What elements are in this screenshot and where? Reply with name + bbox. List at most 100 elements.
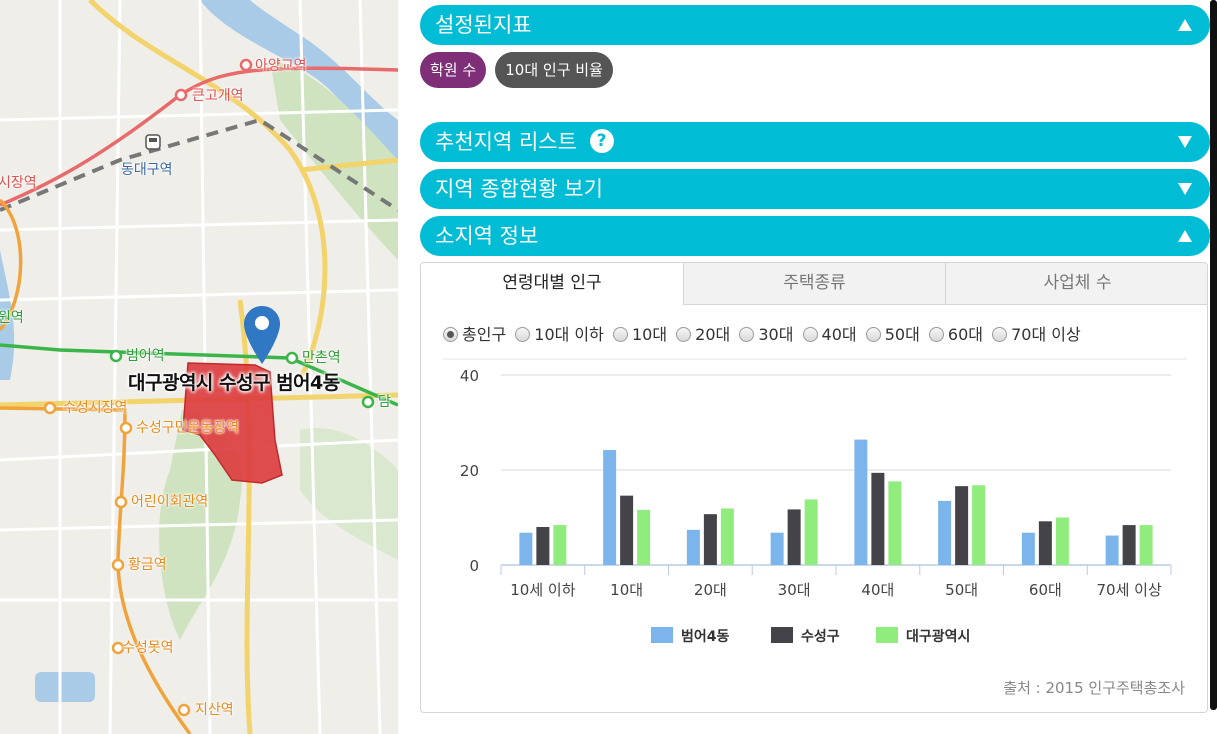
indicator-chips: 학원 수 10대 인구 비율 [420, 52, 617, 88]
radio-option[interactable]: 70대 이상 [992, 321, 1081, 345]
tab-housing-type[interactable]: 주택종류 [683, 263, 945, 305]
radio-icon [739, 327, 755, 342]
legend-label: 대구광역시 [906, 628, 970, 645]
bar [519, 532, 533, 565]
info-tabs: 연령대별 인구 주택종류 사업체 수 [421, 263, 1207, 305]
bar [854, 439, 868, 565]
legend-label: 범어4동 [681, 628, 730, 645]
section-header-indicators[interactable]: 설정된지표 [420, 5, 1210, 45]
radio-icon [515, 327, 531, 342]
radio-label: 50대 [884, 325, 920, 344]
station-label: 동대구역 [121, 162, 173, 178]
section-header-overview[interactable]: 지역 종합현황 보기 [420, 169, 1210, 209]
x-tick-label: 60대 [1029, 581, 1062, 599]
radio-icon [865, 327, 881, 342]
region-label: 대구광역시 수성구 범어4동 [128, 372, 340, 394]
radio-option[interactable]: 50대 [865, 321, 920, 345]
radio-option[interactable]: 10대 이하 [515, 321, 604, 345]
radio-icon [802, 327, 818, 342]
radio-option[interactable]: 60대 [928, 321, 983, 345]
radio-label: 20대 [695, 325, 731, 344]
x-tick-label: 20대 [694, 581, 727, 599]
y-tick-label: 40 [460, 367, 479, 385]
radio-icon [676, 327, 692, 342]
bar [938, 500, 952, 565]
bar [637, 509, 651, 565]
section-title: 지역 종합현황 보기 [435, 177, 603, 201]
bar [972, 485, 986, 565]
help-icon[interactable]: ? [589, 129, 614, 153]
station-label: 담 [378, 394, 391, 410]
y-tick-label: 0 [469, 557, 479, 575]
bar [1038, 521, 1052, 565]
bar [536, 527, 550, 565]
bar [871, 472, 885, 565]
bar [620, 495, 634, 565]
expand-arrow-icon [1178, 183, 1192, 195]
bar [720, 508, 734, 565]
radio-option[interactable]: 10대 [612, 321, 668, 345]
tab-business-count[interactable]: 사업체 수 [945, 263, 1207, 305]
radio-icon [928, 327, 944, 342]
legend-swatch [771, 627, 793, 643]
bar [1122, 525, 1136, 565]
section-title: 추천지역 리스트 [435, 130, 577, 154]
station-label: 어린이회관역 [131, 494, 209, 510]
bar [1105, 535, 1119, 565]
train-station-icon [145, 134, 161, 150]
bar [787, 509, 801, 565]
bar [1139, 525, 1153, 565]
section-title: 설정된지표 [435, 13, 532, 37]
expand-arrow-icon [1178, 136, 1192, 148]
y-tick-label: 20 [460, 462, 479, 480]
station-label: 만촌역 [302, 350, 341, 366]
station-label: 시장역 [0, 175, 37, 191]
bar [703, 514, 717, 565]
indicator-chip[interactable]: 10대 인구 비율 [495, 52, 613, 88]
age-radio-group: 총인구 10대 이하 10대 20대 30대 40대 50대 60대 70대 이… [443, 321, 1085, 345]
radio-option[interactable]: 40대 [802, 321, 857, 345]
scrollbar[interactable] [1210, 0, 1217, 710]
legend-swatch [876, 627, 898, 643]
section-header-recommended[interactable]: 추천지역 리스트 ? [420, 122, 1210, 162]
section-header-subregion[interactable]: 소지역 정보 [420, 216, 1210, 256]
station-label: 지산역 [195, 702, 234, 718]
subregion-info-box: 연령대별 인구 주택종류 사업체 수 총인구 10대 이하 10대 20대 30… [420, 262, 1208, 713]
bar [686, 529, 700, 565]
station-label: 원역 [0, 310, 24, 326]
x-tick-label: 10세 이하 [510, 581, 575, 599]
collapse-arrow-icon [1178, 230, 1192, 242]
bar [1021, 532, 1035, 565]
station-label: 아양교역 [255, 58, 307, 74]
indicator-chip[interactable]: 학원 수 [420, 52, 487, 88]
bar [955, 486, 969, 565]
x-tick-label: 10대 [610, 581, 643, 599]
station-label: 수성시장역 [63, 400, 128, 416]
x-tick-label: 70세 이상 [1096, 581, 1161, 599]
section-title: 소지역 정보 [435, 224, 539, 248]
station-label: 수성구민운동장역 [136, 420, 240, 436]
station-label: 범어역 [126, 348, 165, 364]
station-label: 황금역 [128, 557, 167, 573]
legend-label: 수성구 [801, 629, 840, 645]
radio-label: 10대 [631, 325, 668, 344]
tab-age-population[interactable]: 연령대별 인구 [421, 263, 683, 305]
station-label: 큰고개역 [192, 88, 244, 104]
bar [888, 481, 902, 565]
collapse-arrow-icon [1178, 19, 1192, 31]
bar [1055, 517, 1069, 565]
radio-option[interactable]: 20대 [676, 321, 730, 345]
radio-label: 10대 이하 [534, 325, 604, 344]
bar [804, 499, 818, 565]
bar [770, 532, 784, 565]
radio-option[interactable]: 30대 [739, 321, 793, 345]
radio-label: 40대 [821, 325, 857, 344]
map-background [0, 0, 398, 734]
radio-icon [612, 327, 628, 342]
radio-option[interactable]: 총인구 [443, 321, 506, 345]
x-tick-label: 50대 [945, 581, 978, 599]
map-view[interactable]: 아양교역 큰고개역 동대구역 시장역 원역 범어역 만촌역 담 수성시장역 수성… [0, 0, 398, 734]
data-source: 출처 : 2015 인구주택총조사 [1003, 679, 1185, 697]
legend-swatch [651, 627, 673, 643]
radio-label: 총인구 [462, 325, 507, 344]
